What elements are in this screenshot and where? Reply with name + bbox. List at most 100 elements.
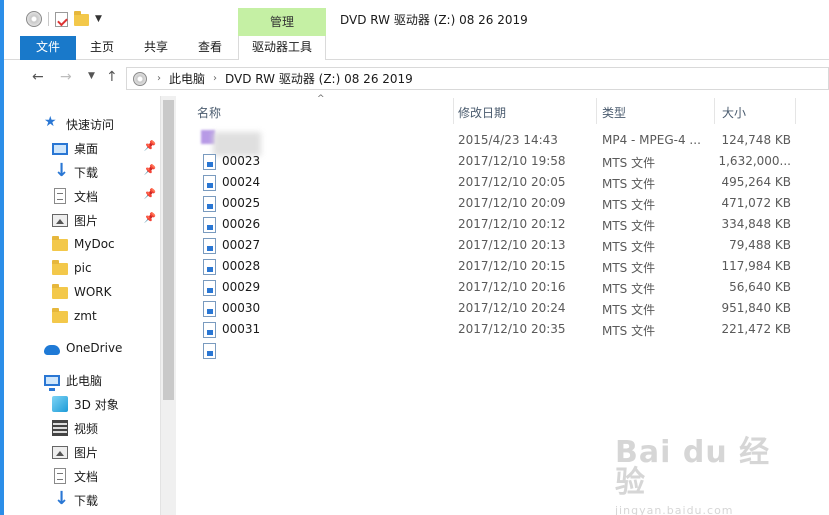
cloud-icon [44,344,60,355]
column-divider[interactable] [714,98,715,124]
file-name: 00026 [222,217,261,231]
folder-icon [52,284,68,299]
3d-objects-icon [52,396,68,412]
pin-icon[interactable]: 📌 [144,213,156,224]
file-size: 124,748 KB [721,133,791,147]
table-row[interactable]: 00028 2017/12/10 20:15 MTS 文件 117,984 KB [177,256,829,277]
sidebar-item-zmt[interactable]: zmt [52,305,160,327]
folder-icon [52,308,68,323]
file-date: 2017/12/10 20:13 [458,238,566,252]
file-date: 2017/12/10 20:16 [458,280,566,294]
file-size: 495,264 KB [721,175,791,189]
computer-icon [44,374,60,391]
sidebar-item-pictures[interactable]: 图片 📌 [52,209,160,231]
column-header-type[interactable]: 类型 [602,104,626,121]
file-size: 951,840 KB [721,301,791,315]
file-name: 00030 [222,301,261,315]
table-row[interactable]: 2015/4/23 14:43 MP4 - MPEG-4 ... 124,748… [177,130,829,156]
file-size: 334,848 KB [721,217,791,231]
address-bar[interactable]: › 此电脑 › DVD RW 驱动器 (Z:) 08 26 2019 [126,67,829,90]
sidebar-item-onedrive[interactable]: OneDrive [44,337,160,359]
sidebar-item-work[interactable]: WORK [52,281,160,303]
column-divider[interactable] [596,98,597,124]
watermark-url: jingyan.baidu.com [615,504,734,515]
sidebar-item-documents[interactable]: 文档 📌 [52,185,160,207]
video-file-icon [203,238,216,254]
tab-drive-tools[interactable]: 驱动器工具 [238,36,326,60]
customize-toolbar-dropdown-icon[interactable]: ▼ [95,14,102,24]
video-icon [52,420,68,436]
sidebar-item-pic[interactable]: pic [52,257,160,279]
video-file-icon [203,217,216,233]
file-type: MTS 文件 [602,324,656,338]
breadcrumb-chevron-icon[interactable]: › [213,73,217,84]
sidebar-item-label: 文档 [74,189,99,204]
sidebar-item-3d-objects[interactable]: 3D 对象 [52,393,160,415]
tab-share[interactable]: 共享 [138,36,174,60]
file-type: MTS 文件 [602,282,656,296]
navigation-pane-scrollbar[interactable] [160,96,176,515]
sidebar-item-desktop[interactable]: 桌面 📌 [52,137,160,159]
sidebar-item-pc-documents[interactable]: 文档 [52,465,160,487]
video-file-icon [203,343,216,359]
document-icon [54,188,66,204]
title-bar: ▼ 管理 DVD RW 驱动器 (Z:) 08 26 2019 [4,0,829,36]
drive-disc-icon[interactable] [26,11,42,27]
column-header-date[interactable]: 修改日期 [458,104,506,121]
table-row[interactable]: 00024 2017/12/10 20:05 MTS 文件 495,264 KB [177,172,829,193]
pictures-icon [52,213,68,227]
pin-icon[interactable]: 📌 [144,189,156,200]
tab-view[interactable]: 查看 [192,36,228,60]
column-header-name[interactable]: 名称 [197,104,221,121]
sidebar-item-pc-downloads[interactable]: 下载 [52,488,160,511]
breadcrumb-this-pc[interactable]: 此电脑 [169,70,205,87]
file-name: 00029 [222,280,261,294]
table-row[interactable]: 00031 2017/12/10 20:35 MTS 文件 221,472 KB [177,319,829,340]
sidebar-item-label: 文档 [74,469,99,484]
sidebar-item-quick-access[interactable]: 快速访问 [44,113,160,135]
table-row[interactable]: 00029 2017/12/10 20:16 MTS 文件 56,640 KB [177,277,829,298]
table-row[interactable]: 00023 2017/12/10 19:58 MTS 文件 1,632,000.… [177,151,829,172]
file-explorer-window: ▼ 管理 DVD RW 驱动器 (Z:) 08 26 2019 文件 主页 共享… [4,0,829,515]
back-arrow-icon[interactable]: ← [32,69,44,85]
properties-icon[interactable] [55,11,68,27]
recent-locations-chevron-icon[interactable]: ▼ [88,71,95,81]
sidebar-item-this-pc[interactable]: 此电脑 [44,369,160,391]
column-divider[interactable] [795,98,796,124]
table-row[interactable] [177,340,829,361]
navigation-pane: 快速访问 桌面 📌 下载 📌 文档 📌 图片 📌 MyDoc pi [4,96,160,515]
sidebar-item-pc-pictures[interactable]: 图片 [52,441,160,463]
breadcrumb-chevron-icon[interactable]: › [157,73,161,84]
sidebar-item-label: 图片 [74,213,99,228]
file-name: 00025 [222,196,261,210]
table-row[interactable]: 00025 2017/12/10 20:09 MTS 文件 471,072 KB [177,193,829,214]
file-date: 2017/12/10 20:35 [458,322,566,336]
sidebar-item-label: 桌面 [74,141,99,156]
column-header-size[interactable]: 大小 [722,104,746,121]
pin-icon[interactable]: 📌 [144,141,156,152]
quick-access-toolbar: ▼ [26,10,102,28]
table-row[interactable]: 00030 2017/12/10 20:24 MTS 文件 951,840 KB [177,298,829,319]
forward-arrow-icon[interactable]: → [60,69,72,85]
table-row[interactable]: 00026 2017/12/10 20:12 MTS 文件 334,848 KB [177,214,829,235]
tab-file[interactable]: 文件 [20,36,76,60]
table-row[interactable]: 00027 2017/12/10 20:13 MTS 文件 79,488 KB [177,235,829,256]
file-date: 2017/12/10 20:09 [458,196,566,210]
breadcrumb-current-drive[interactable]: DVD RW 驱动器 (Z:) 08 26 2019 [225,70,413,87]
file-date: 2017/12/10 20:05 [458,175,566,189]
up-arrow-icon[interactable]: ↑ [106,69,118,85]
sidebar-item-downloads[interactable]: 下载 📌 [52,160,160,183]
column-divider[interactable] [453,98,454,124]
tab-home[interactable]: 主页 [84,36,120,60]
file-size: 471,072 KB [721,196,791,210]
folder-icon [52,236,68,251]
sidebar-item-mydoc[interactable]: MyDoc [52,233,160,255]
scrollbar-thumb[interactable] [163,100,174,400]
pin-icon[interactable]: 📌 [144,165,156,176]
download-icon [52,488,69,509]
sidebar-item-videos[interactable]: 视频 [52,417,160,439]
file-date: 2017/12/10 20:15 [458,259,566,273]
new-folder-icon[interactable] [74,11,89,26]
sidebar-item-label: OneDrive [66,341,123,355]
file-size: 221,472 KB [721,322,791,336]
